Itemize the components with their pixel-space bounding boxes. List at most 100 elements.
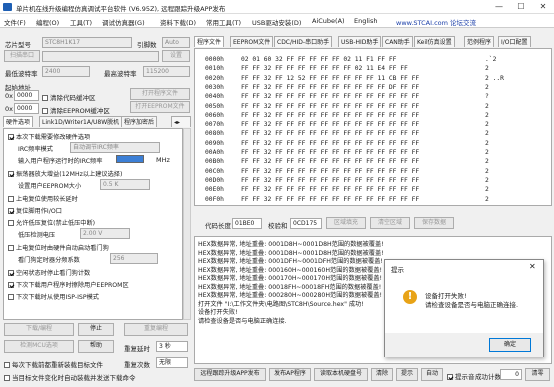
menu-tools[interactable]: 工具(T) (70, 17, 92, 27)
detect-mcu-button[interactable]: 检测MCU选项 (4, 340, 74, 353)
hex-row[interactable]: 00A0h FF FF 32 FF FF FF FF FF FF FF FF FF… (205, 148, 489, 157)
download-button[interactable]: 下载/编程 (4, 323, 74, 336)
menu-usb-driver[interactable]: USB驱动安装(D) (252, 17, 301, 27)
tab-serial-assistant[interactable]: CDC/HID-串口助手 (274, 36, 333, 47)
options-scrollbar[interactable] (183, 128, 191, 320)
hex-bytes[interactable]: FF FF 32 FF FF FF FF FF FF FF FF FF FF F… (241, 176, 485, 185)
settings-button[interactable]: 设置 (162, 50, 190, 62)
open-eeprom-file-button[interactable]: 打开EEPROM文件 (130, 101, 190, 113)
hex-row[interactable]: 0000h 02 01 60 32 FF FF FF FF FF 02 11 F1… (205, 55, 496, 64)
prompt-button[interactable]: 提示 (396, 368, 418, 381)
publish-app-button[interactable]: 发布AP程序 (269, 368, 311, 381)
hex-bytes[interactable]: FF FF 32 FF FF FF FF FF FF FF FF FF FF F… (241, 157, 485, 166)
maximize-button[interactable]: ☐ (510, 0, 532, 14)
hex-bytes[interactable]: FF FF 32 FF FF FF FF FF FF FF FF FF FF F… (241, 120, 485, 129)
hex-bytes[interactable]: FF FF 32 FF FF FF FF FF FF FF FF FF FF F… (241, 139, 485, 148)
save-data-button[interactable]: 保存数据 (414, 217, 454, 229)
stop-button[interactable]: 停止 (78, 323, 114, 336)
hex-row[interactable]: 00F0h FF FF 32 FF FF FF FF FF FF FF FF FF… (205, 195, 489, 204)
reload-option[interactable]: 每次下载前都重新装载目标文件 (4, 359, 103, 369)
sound-option[interactable]: 提示音 (447, 371, 475, 381)
hex-row[interactable]: 0040h FF FF 32 FF FF FF FF FF FF FF FF FF… (205, 92, 489, 101)
tab-io-config[interactable]: I/O口配置 (498, 36, 531, 47)
close-button[interactable]: ✕ (532, 0, 554, 14)
hex-row[interactable]: 0090h FF FF 32 FF FF FF FF FF FF FF FF FF… (205, 139, 489, 148)
option-long-reset-delay[interactable]: 上电复位使用较长延时 (8, 194, 78, 203)
repeat-delay-select[interactable]: 3 秒 (156, 341, 188, 352)
tab-can[interactable]: CAN助手 (382, 36, 413, 47)
hex-row[interactable]: 0080h FF FF 32 FF FF FF FF FF FF FF FF FF… (205, 129, 489, 138)
auto-button[interactable]: 自动 (421, 368, 443, 381)
pins-select[interactable]: Auto (162, 37, 190, 48)
forum-link[interactable]: www.STCAI.com 论坛交流 (396, 17, 476, 27)
option-isp-mode[interactable]: 下次下载时从使用ISP-ISP模式 (8, 292, 99, 301)
hex-bytes[interactable]: FF FF 32 FF FF FF FF FF FF FF FF FF FF F… (241, 195, 485, 204)
hex-row[interactable]: 00B0h FF FF 32 FF FF FF FF FF FF FF FF FF… (205, 157, 489, 166)
tab-program-file[interactable]: 程序文件 (194, 36, 225, 47)
option-idle-stop-watchdog[interactable]: 空闲状态时停止看门狗计数 (8, 268, 90, 277)
chip-select[interactable]: STC8H1K17 (42, 37, 132, 48)
eeprom-size-select[interactable]: 0.5 K (100, 179, 150, 190)
irc-mode-select[interactable]: 自动调节IRC频率 (70, 142, 160, 153)
option-auto-watchdog[interactable]: 上电复位时由硬件自动启动看门狗 (8, 243, 109, 252)
repeat-count-select[interactable]: 无限 (156, 357, 188, 368)
hex-row[interactable]: 0020h FF FF 32 FF 12 52 FF FF FF FF FF FF… (205, 74, 504, 83)
tab-eeprom-file[interactable]: EEPROM文件 (230, 36, 274, 47)
baud-max-select[interactable]: 115200 (143, 66, 190, 77)
hex-bytes[interactable]: FF FF 32 FF FF FF FF FF FF FF FF FF FF F… (241, 102, 485, 111)
clear-code-checkbox[interactable] (42, 95, 48, 101)
minimize-button[interactable]: — (488, 0, 510, 14)
hex-row[interactable]: 0050h FF FF 32 FF FF FF FF FF FF FF FF FF… (205, 102, 489, 111)
baud-min-select[interactable]: 2400 (42, 66, 90, 77)
hex-bytes[interactable]: FF FF 32 FF FF FF FF FF FF FF FF FF FF D… (241, 83, 485, 92)
hex-row[interactable]: 00E0h FF FF 32 FF FF FF FF FF FF FF FF FF… (205, 185, 489, 194)
clear-code-buffer-option[interactable]: 清除代码缓冲区 (42, 92, 96, 102)
menu-download[interactable]: 资料下载(D) (160, 17, 196, 27)
clear-count-button[interactable]: 清零 (525, 368, 550, 381)
option-low-voltage-reset[interactable]: 允许低压复位(禁止低压中断) (8, 218, 95, 227)
clear-eeprom-checkbox[interactable] (42, 108, 48, 114)
open-program-file-button[interactable]: 打开程序文件 (130, 88, 190, 100)
menu-common-tools[interactable]: 常用工具(T) (206, 17, 241, 27)
clear-log-button[interactable]: 清除 (371, 368, 393, 381)
menu-program[interactable]: 编程(O) (36, 17, 59, 27)
hex-row[interactable]: 00D0h FF FF 32 FF FF FF FF FF FF FF FF FF… (205, 176, 489, 185)
tab-examples[interactable]: 范例程序 (464, 36, 495, 47)
repeat-program-button[interactable]: 重复编程 (124, 323, 188, 336)
hex-row[interactable]: 00C0h FF FF 32 FF FF FF FF FF FF FF FF FF… (205, 167, 489, 176)
hex-row[interactable]: 0010h FF FF 32 FF FF FF FF FF FF FF 02 11… (205, 64, 489, 73)
option-oscillator-gain[interactable]: 振荡器放大增益(12MHz以上建议选择) (8, 169, 122, 178)
tab-offline-writer[interactable]: Link1D/Writer1A/U8W脱机 (39, 116, 123, 127)
tab-encrypt[interactable]: 程序加密后 (121, 116, 158, 127)
dialog-ok-button[interactable]: 确定 (489, 338, 531, 352)
low-voltage-select[interactable]: 2.00 V (80, 228, 130, 239)
hex-bytes[interactable]: FF FF 32 FF FF FF FF FF FF FF FF FF FF F… (241, 111, 485, 120)
hex-bytes[interactable]: FF FF 32 FF FF FF FF FF FF FF 02 11 E4 F… (241, 64, 485, 73)
option-reset-pin-io[interactable]: 复位脚用作I/O口 (8, 206, 62, 215)
code-address-input[interactable]: 0000 (14, 90, 39, 101)
read-disk-id-button[interactable]: 读取本机硬盘号 (314, 368, 368, 381)
hex-bytes[interactable]: FF FF 32 FF FF FF FF FF FF FF FF FF FF F… (241, 129, 485, 138)
clear-area-button[interactable]: 清空区域 (370, 217, 410, 229)
menu-file[interactable]: 文件(F) (4, 17, 26, 27)
hex-row[interactable]: 0030h FF FF 32 FF FF FF FF FF FF FF FF FF… (205, 83, 489, 92)
watchdog-prescaler-select[interactable]: 256 (110, 253, 158, 264)
help-button[interactable]: 帮助 (78, 340, 114, 353)
dialog-close-icon[interactable]: ✕ (529, 262, 536, 271)
hex-row[interactable]: 0060h FF FF 32 FF FF FF FF FF FF FF FF FF… (205, 111, 489, 120)
tab-scroll-arrows[interactable]: ◂▸ (171, 116, 191, 127)
menu-aicube[interactable]: AiCube(A) (312, 17, 345, 25)
tab-keil-sim[interactable]: Keil仿真设置 (414, 36, 455, 47)
hex-bytes[interactable]: FF FF 32 FF FF FF FF FF FF FF FF FF FF F… (241, 167, 485, 176)
fill-area-button[interactable]: 区域填充 (326, 217, 366, 229)
tab-usb-hid[interactable]: USB-HID助手 (338, 36, 382, 47)
tab-hardware-options[interactable]: 硬件选项 (3, 116, 34, 127)
hex-bytes[interactable]: FF FF 32 FF FF FF FF FF FF FF FF FF FF F… (241, 92, 485, 101)
auto-load-option[interactable]: 当目标文件变化时自动装载并发送下载命令 (4, 372, 136, 382)
clear-eeprom-buffer-option[interactable]: 清除EEPROM缓冲区 (42, 105, 110, 115)
menu-debug[interactable]: 调试仿真器(G) (102, 17, 145, 27)
hex-bytes[interactable]: FF FF 32 FF FF FF FF FF FF FF FF FF FF F… (241, 185, 485, 194)
hex-bytes[interactable]: FF FF 32 FF 12 52 FF FF FF FF FF FF 11 C… (241, 74, 485, 83)
option-erase-eeprom[interactable]: 下次下载用户程序时擦除用户EEPROM区 (8, 280, 129, 289)
hex-bytes[interactable]: 02 01 60 32 FF FF FF FF FF 02 11 F1 FF F… (241, 55, 485, 64)
